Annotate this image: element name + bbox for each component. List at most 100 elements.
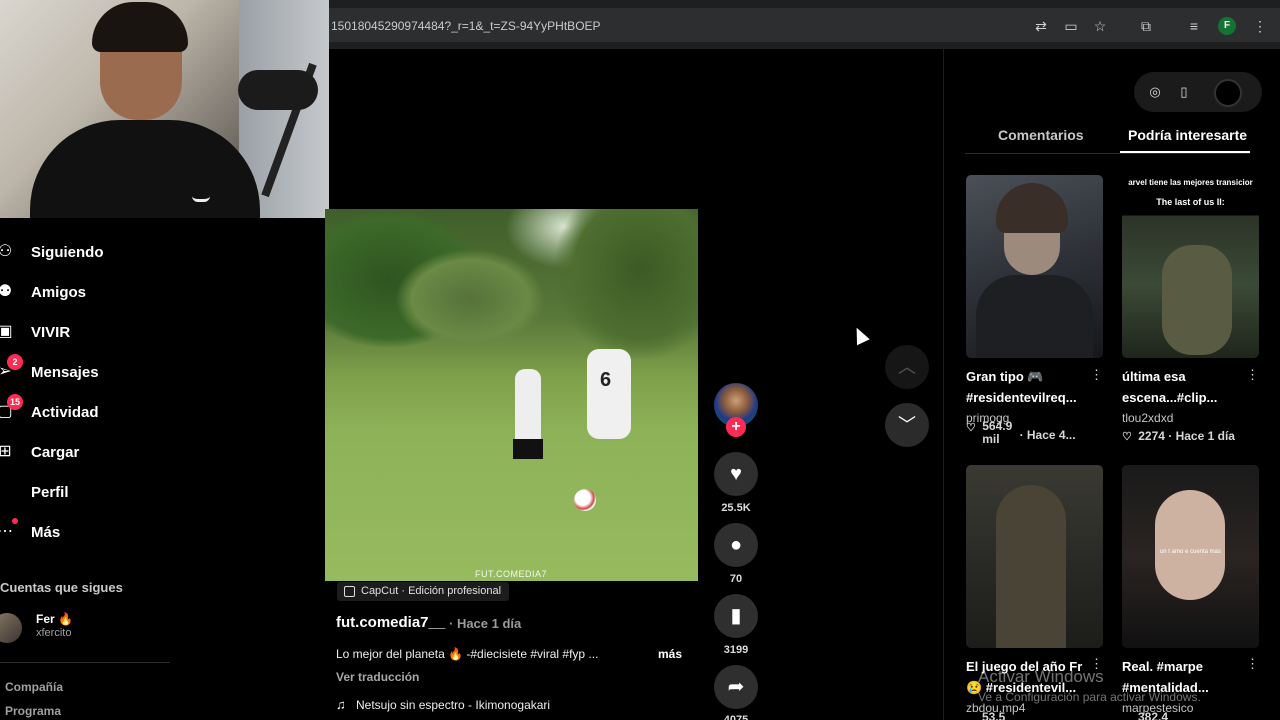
- card-title[interactable]: Gran tipo 🎮 #residentevilreq...: [966, 366, 1096, 408]
- compass-icon[interactable]: ◎: [1147, 84, 1163, 100]
- mouse-cursor: [850, 324, 870, 346]
- comment-icon: ●: [729, 534, 743, 556]
- translate-link[interactable]: Ver traducción: [336, 670, 419, 684]
- follow-plus-icon[interactable]: +: [726, 417, 746, 437]
- video-watermark: FUT.COMEDIA7: [475, 569, 548, 579]
- webcam-overlay: [0, 0, 329, 218]
- windows-activation-title: Activar Windows: [978, 667, 1104, 686]
- cast-icon[interactable]: ▭: [1061, 16, 1081, 36]
- profile-avatar[interactable]: F: [1218, 17, 1236, 35]
- thumb-face: [1155, 490, 1225, 600]
- thumb-caption: un t amo e cuenta mas: [1159, 549, 1222, 555]
- activity-badge: 15: [7, 394, 24, 410]
- translate-icon[interactable]: ⇄: [1031, 16, 1051, 36]
- soccer-ball: [574, 489, 596, 511]
- card-meta: ♡ 564.9 mil · Hace 4...: [966, 419, 1076, 446]
- share-button[interactable]: ➦: [714, 665, 758, 709]
- thumb-figure: [996, 485, 1066, 648]
- sidebar-item-label: Más: [31, 523, 61, 541]
- thumb-figure: [1162, 245, 1232, 355]
- thumb-caption: The last of us II:: [1156, 197, 1225, 207]
- extensions-icon[interactable]: ⧉: [1136, 16, 1156, 36]
- card-likes: 2274: [1138, 429, 1165, 443]
- tab-active-indicator: [1120, 151, 1250, 153]
- chevron-up-icon: ︿: [898, 357, 916, 377]
- thumb-hair: [996, 183, 1068, 233]
- messages-badge: 2: [7, 354, 23, 370]
- previous-video-button[interactable]: ︿: [885, 345, 929, 389]
- webcam-person-hair: [92, 2, 188, 52]
- star-icon[interactable]: ☆: [1090, 16, 1110, 36]
- next-video-button[interactable]: ﹀: [885, 403, 929, 447]
- phone-icon[interactable]: ▯: [1176, 84, 1192, 100]
- tab-recommended[interactable]: Podría interesarte: [1128, 127, 1247, 143]
- card-title[interactable]: última esa escena...#clip...: [1122, 366, 1252, 408]
- menu-dots-icon[interactable]: ⋮: [1250, 16, 1270, 36]
- sidebar-item-label: Actividad: [31, 403, 99, 421]
- windows-activation-subtitle: Ve a Configuración para activar Windows.: [978, 690, 1201, 704]
- capcut-tag[interactable]: CapCut · Edición profesional: [337, 582, 510, 601]
- comment-count: 70: [729, 573, 743, 585]
- video-player[interactable]: 6 FUT.COMEDIA7: [325, 209, 698, 581]
- card-time: · Hace 4...: [1019, 428, 1076, 442]
- sidebar-item-label: Siguiendo: [31, 243, 104, 261]
- live-icon: ▣: [0, 323, 13, 340]
- tab-comments[interactable]: Comentarios: [998, 127, 1084, 143]
- thumb-figure: [976, 275, 1093, 358]
- chevron-down-icon: ﹀: [898, 415, 916, 435]
- shorts: [513, 439, 543, 459]
- footer-link-company[interactable]: Compañía: [5, 680, 63, 694]
- video-card-thumbnail[interactable]: [966, 175, 1103, 358]
- sidebar-item-label: VIVIR: [31, 323, 71, 341]
- more-icon: ⋯: [0, 523, 13, 540]
- jersey-number: 6: [600, 369, 612, 391]
- url-text[interactable]: 15018045290974484?_r=1&_t=ZS-94YyPHtBOEP: [331, 19, 601, 33]
- sidebar-item-label: Cargar: [31, 443, 80, 461]
- sidebar-divider: [0, 662, 170, 663]
- share-count: 4075: [723, 714, 749, 720]
- kebab-menu-icon[interactable]: ⋮: [1246, 656, 1259, 672]
- more-button[interactable]: más: [658, 647, 682, 661]
- card-meta: ♡ 2274 · Hace 1 día: [1122, 429, 1235, 443]
- save-button[interactable]: ▮: [714, 594, 758, 638]
- card-username[interactable]: tlou2xdxd: [1122, 411, 1173, 425]
- footer-link-program[interactable]: Programa: [5, 704, 61, 718]
- capcut-label: CapCut · Edición profesional: [361, 585, 502, 597]
- kebab-menu-icon[interactable]: ⋮: [1090, 367, 1103, 383]
- heart-icon: ♥: [730, 463, 742, 485]
- sidebar-item-label: Amigos: [31, 283, 87, 301]
- following-section-title: Cuentas que sigues: [0, 580, 123, 595]
- webcam-person-body: [30, 120, 260, 218]
- comment-button[interactable]: ●: [714, 523, 758, 567]
- video-author[interactable]: fut.comedia7__: [336, 614, 445, 631]
- video-card-thumbnail[interactable]: [966, 465, 1103, 648]
- video-time: · Hace 1 día: [449, 616, 522, 631]
- like-button[interactable]: ♥: [714, 452, 758, 496]
- theme-toggle[interactable]: [1214, 79, 1242, 107]
- media-queue-icon[interactable]: ≡: [1184, 16, 1204, 36]
- card-likes: 382.4: [1138, 710, 1169, 720]
- upload-icon: ⊞: [0, 443, 12, 460]
- heart-outline-icon: ♡: [966, 422, 976, 434]
- sidebar-item-label: Mensajes: [31, 363, 99, 381]
- kebab-menu-icon[interactable]: ⋮: [1246, 367, 1259, 383]
- card-likes: 564.9 mil: [982, 419, 1013, 446]
- card-time: · Hace 1 día: [1168, 429, 1235, 443]
- tab-divider: [965, 153, 1250, 154]
- video-player-figure: [513, 369, 543, 459]
- video-tree: [555, 209, 698, 359]
- account-name[interactable]: Fer 🔥: [36, 612, 73, 626]
- friends-icon: ⚉: [0, 283, 13, 300]
- sidebar-item-label: Perfil: [31, 483, 69, 501]
- video-card-thumbnail[interactable]: arvel tiene las mejores transicior The l…: [1122, 175, 1259, 358]
- microphone: [238, 70, 318, 110]
- share-icon: ➦: [727, 676, 745, 698]
- heart-outline-icon: ♡: [1122, 431, 1132, 443]
- video-card-thumbnail[interactable]: un t amo e cuenta mas: [1122, 465, 1259, 648]
- bookmark-icon: ▮: [730, 605, 742, 627]
- following-icon: ⚇: [0, 243, 13, 260]
- video-player-figure: 6: [587, 349, 631, 439]
- account-username[interactable]: xfercito: [36, 627, 71, 639]
- thumb-caption: arvel tiene las mejores transicior: [1128, 178, 1253, 187]
- music-title[interactable]: Netsujo sin espectro - Ikimonogakari: [356, 698, 550, 712]
